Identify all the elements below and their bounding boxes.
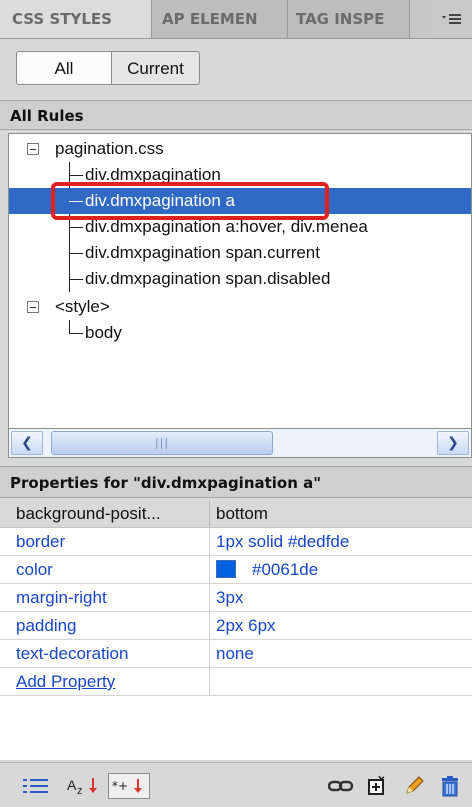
- property-value-empty: [211, 668, 472, 695]
- tree-connector: [69, 227, 83, 228]
- delete-rule-icon[interactable]: [436, 773, 464, 799]
- scroll-right-arrow-icon[interactable]: ❯: [437, 431, 469, 455]
- tree-item-label: body: [85, 323, 122, 342]
- add-property-label[interactable]: Add Property: [16, 672, 115, 691]
- add-property-row[interactable]: Add Property: [0, 668, 472, 696]
- property-row[interactable]: color #0061de: [0, 556, 472, 584]
- property-name[interactable]: background-posit...: [0, 500, 210, 527]
- svg-text:z: z: [77, 785, 83, 797]
- highlight-annotation: [51, 182, 329, 220]
- property-value[interactable]: 2px 6px: [211, 612, 472, 639]
- tree-item-rule[interactable]: div.dmxpagination span.current: [9, 240, 471, 266]
- tree-item-sheet[interactable]: pagination.css: [9, 136, 471, 162]
- scroll-left-arrow-icon[interactable]: ❮: [11, 431, 43, 455]
- rules-tree[interactable]: pagination.css div.dmxpagination div.dmx…: [8, 133, 472, 429]
- property-value[interactable]: 1px solid #dedfde: [211, 528, 472, 555]
- property-value[interactable]: bottom: [211, 500, 472, 527]
- tab-tag-inspector[interactable]: TAG INSPE: [288, 0, 410, 38]
- mode-toggle-bar: All Current: [0, 39, 472, 95]
- alphabetical-view-icon[interactable]: A z: [66, 773, 106, 799]
- all-mode-button[interactable]: All: [16, 51, 112, 85]
- properties-header: Properties for "div.dmxpagination a": [0, 466, 472, 498]
- add-property-link[interactable]: Add Property: [0, 668, 210, 695]
- bottom-toolbar: A z *+: [0, 762, 472, 807]
- property-row[interactable]: padding 2px 6px: [0, 612, 472, 640]
- show-set-properties-icon[interactable]: *+: [108, 773, 150, 799]
- tree-item-label: div.dmxpagination span.current: [85, 243, 320, 262]
- property-name[interactable]: margin-right: [0, 584, 210, 611]
- scrollbar-thumb[interactable]: |||: [51, 431, 273, 455]
- panel-options-icon[interactable]: [432, 0, 472, 38]
- tree-item-sheet[interactable]: <style>: [9, 294, 471, 320]
- property-row[interactable]: border 1px solid #dedfde: [0, 528, 472, 556]
- category-view-icon[interactable]: [20, 773, 54, 799]
- tree-item-rule[interactable]: div.dmxpagination span.disabled: [9, 266, 471, 292]
- property-name[interactable]: text-decoration: [0, 640, 210, 667]
- property-row[interactable]: margin-right 3px: [0, 584, 472, 612]
- properties-table: background-posit... bottom border 1px so…: [0, 500, 472, 696]
- horizontal-scrollbar[interactable]: ❮ ||| ❯: [8, 428, 472, 458]
- edit-style-icon[interactable]: [400, 773, 428, 799]
- color-value-text: #0061de: [252, 560, 319, 579]
- property-value[interactable]: #0061de: [211, 556, 472, 583]
- attach-stylesheet-icon[interactable]: [326, 773, 356, 799]
- new-css-rule-icon[interactable]: [362, 773, 390, 799]
- svg-text:*+: *+: [112, 779, 128, 793]
- property-row[interactable]: text-decoration none: [0, 640, 472, 668]
- current-mode-button[interactable]: Current: [112, 51, 200, 85]
- property-row[interactable]: background-posit... bottom: [0, 500, 472, 528]
- tab-css-styles[interactable]: CSS STYLES: [0, 0, 152, 38]
- tree-item-label: <style>: [55, 297, 110, 316]
- tree-item-label: pagination.css: [55, 139, 164, 158]
- css-styles-panel: CSS STYLES AP ELEMEN TAG INSPE All Curre…: [0, 0, 472, 807]
- tree-connector: [69, 333, 83, 334]
- panel-tab-bar: CSS STYLES AP ELEMEN TAG INSPE: [0, 0, 472, 39]
- tree-item-rule[interactable]: body: [9, 320, 471, 346]
- svg-text:A: A: [67, 777, 77, 793]
- all-rules-header: All Rules: [0, 100, 472, 130]
- properties-empty-area: [0, 696, 472, 760]
- color-swatch[interactable]: [216, 560, 236, 578]
- property-value[interactable]: 3px: [211, 584, 472, 611]
- property-name[interactable]: border: [0, 528, 210, 555]
- property-value[interactable]: none: [211, 640, 472, 667]
- tree-connector: [69, 175, 83, 176]
- tree-item-label: div.dmxpagination span.disabled: [85, 269, 331, 288]
- tree-connector: [69, 253, 83, 254]
- tab-ap-elements[interactable]: AP ELEMEN: [152, 0, 288, 38]
- property-name[interactable]: padding: [0, 612, 210, 639]
- tree-connector: [69, 279, 83, 280]
- property-name[interactable]: color: [0, 556, 210, 583]
